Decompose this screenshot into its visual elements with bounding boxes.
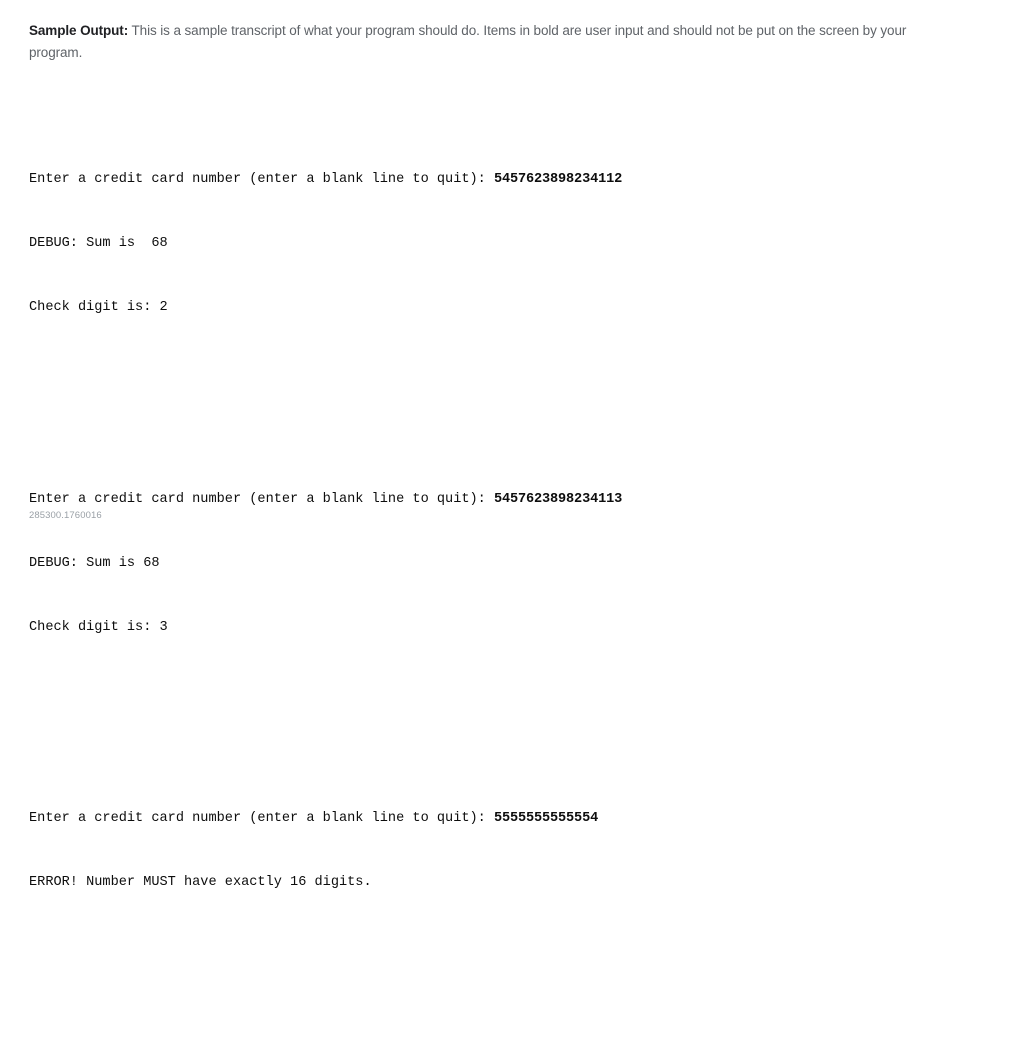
sample-output-description-text: This is a sample transcript of what your… xyxy=(29,23,906,60)
prompt-text: Enter a credit card number (enter a blan… xyxy=(29,811,494,826)
transcript-output-line: DEBUG: Sum is 68 xyxy=(29,233,989,254)
terminal-transcript: Enter a credit card number (enter a blan… xyxy=(29,63,989,1064)
user-input-value: 5457623898234112 xyxy=(494,172,622,187)
transcript-prompt-line: Enter a credit card number (enter a blan… xyxy=(29,169,989,190)
user-input-value: 5555555555554 xyxy=(494,811,598,826)
sample-output-page: Sample Output: This is a sample transcri… xyxy=(0,0,1024,532)
transcript-output-line: DEBUG: Sum is 68 xyxy=(29,553,989,574)
sample-output-label: Sample Output: xyxy=(29,23,128,38)
sample-output-description: Sample Output: This is a sample transcri… xyxy=(29,20,941,64)
transcript-prompt-line: Enter a credit card number (enter a blan… xyxy=(29,808,989,829)
transcript-output-line: Check digit is: 2 xyxy=(29,297,989,318)
transcript-error-line: ERROR! Number MUST have exactly 16 digit… xyxy=(29,872,989,893)
transcript-block: Enter a credit card number (enter a blan… xyxy=(29,446,989,680)
prompt-text: Enter a credit card number (enter a blan… xyxy=(29,492,494,507)
document-id: 285300.1760016 xyxy=(29,510,102,522)
transcript-prompt-line: Enter a credit card number (enter a blan… xyxy=(29,489,989,510)
user-input-value: 5457623898234113 xyxy=(494,492,622,507)
transcript-block: Enter a credit card number (enter a blan… xyxy=(29,766,989,936)
transcript-output-line: Check digit is: 3 xyxy=(29,617,989,638)
transcript-block: Enter a credit card number (enter a blan… xyxy=(29,127,989,361)
transcript-block: Enter a credit card number (enter a blan… xyxy=(29,1021,989,1064)
prompt-text: Enter a credit card number (enter a blan… xyxy=(29,172,494,187)
